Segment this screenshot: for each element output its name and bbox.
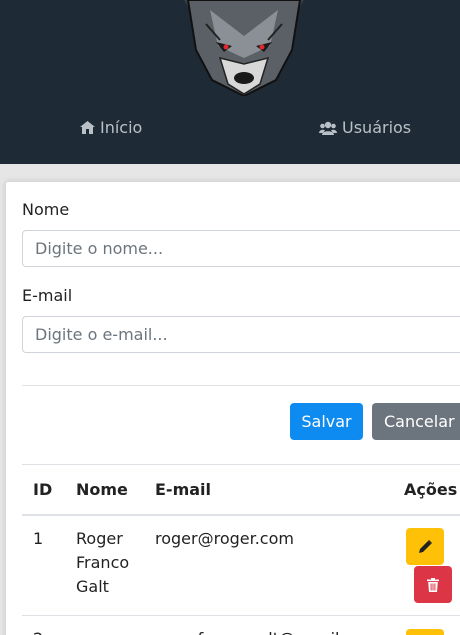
form-divider — [22, 385, 460, 386]
table-header-border — [22, 514, 460, 516]
home-icon — [80, 121, 95, 134]
table-top-border — [22, 464, 460, 465]
cell-id: 2 — [33, 627, 43, 635]
cell-name-line: Franco — [76, 553, 130, 572]
name-input[interactable] — [22, 230, 460, 267]
nav-users-label: Usuários — [342, 118, 412, 137]
th-actions: Ações — [404, 480, 458, 499]
cell-id: 1 — [33, 529, 44, 548]
th-name: Nome — [76, 480, 128, 499]
cell-name-line: Galt — [76, 577, 109, 596]
email-label: E-mail — [22, 286, 73, 305]
nav-home-label: Início — [100, 118, 143, 137]
users-icon — [319, 121, 337, 135]
table-row-border — [22, 615, 460, 616]
edit-button[interactable] — [406, 528, 444, 565]
edit-button[interactable] — [406, 629, 444, 635]
th-email: E-mail — [155, 480, 212, 499]
name-label: Nome — [22, 200, 70, 219]
delete-button[interactable] — [414, 566, 452, 603]
cell-email: roger@roger.com — [155, 529, 294, 548]
app-header: Início Usuários — [0, 0, 460, 164]
nav-home-link[interactable]: Início — [80, 118, 142, 137]
email-input[interactable] — [22, 316, 460, 353]
wolf-logo-icon — [184, 0, 304, 96]
save-button[interactable]: Salvar — [290, 403, 363, 440]
cancel-button[interactable]: Cancelar — [372, 403, 460, 440]
cell-email: rogerfrancogalt@gmail.com — [155, 627, 379, 635]
user-form-card: Nome E-mail Salvar Cancelar ID Nome E-ma… — [5, 181, 460, 635]
trash-icon — [427, 577, 439, 592]
nav-users-link[interactable]: Usuários — [319, 118, 411, 137]
th-id: ID — [33, 480, 53, 499]
pencil-icon — [418, 540, 432, 553]
cell-name-line: Roger — [76, 529, 123, 548]
